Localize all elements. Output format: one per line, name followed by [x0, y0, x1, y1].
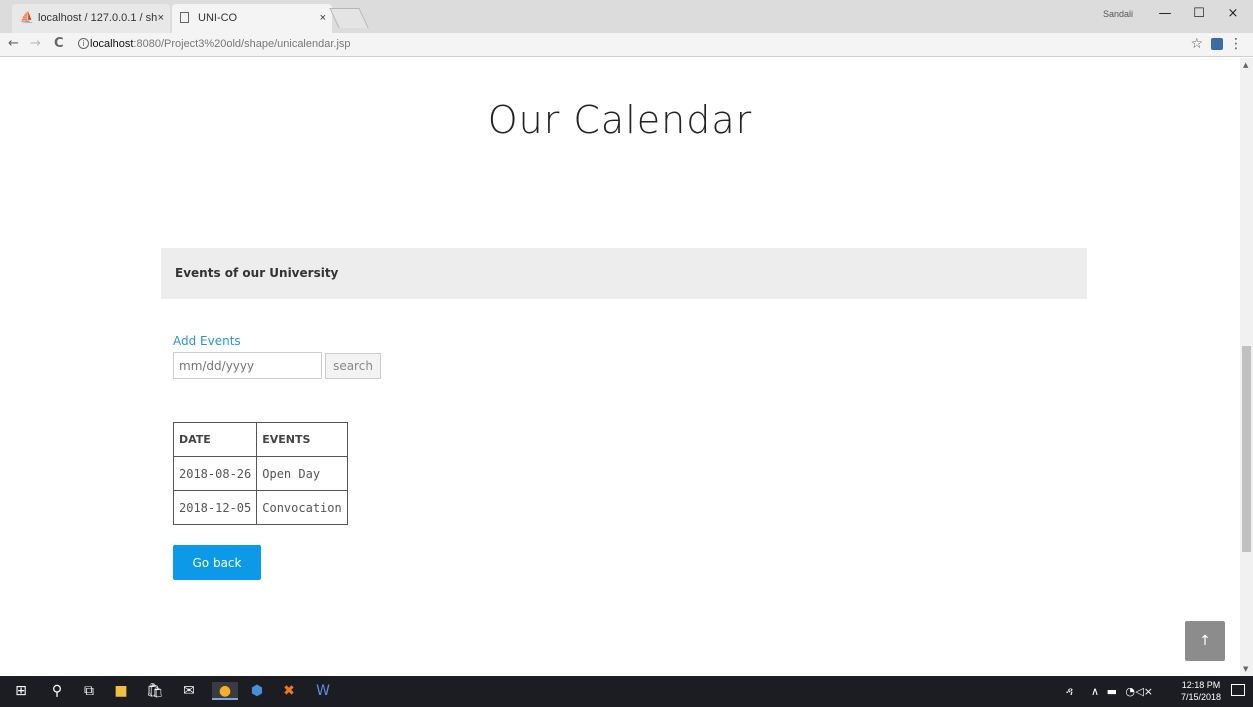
clock-time: 12:18 PM — [1181, 680, 1221, 690]
reload-icon[interactable]: C — [54, 36, 64, 51]
search-button[interactable]: search — [325, 353, 381, 379]
chevron-up-icon[interactable]: ∧ — [1091, 685, 1099, 698]
word-icon[interactable]: W — [314, 682, 332, 700]
taskbar-clock[interactable]: 12:18 PM 7/15/2018 — [1179, 679, 1223, 703]
chrome-icon[interactable]: ● — [212, 682, 238, 700]
volume-icon[interactable]: ◁× — [1135, 685, 1153, 698]
search-icon[interactable]: ⚲ — [48, 682, 66, 700]
people-icon[interactable]: ዳ — [1066, 685, 1073, 699]
close-window-button[interactable]: × — [1223, 6, 1243, 21]
scroll-to-top-button[interactable]: ↑ — [1185, 621, 1225, 661]
tab-uni-co[interactable]: UNI-CO × — [172, 4, 332, 33]
scroll-down-arrow-icon[interactable]: ▼ — [1243, 665, 1248, 673]
battery-icon[interactable]: ▬ — [1107, 685, 1117, 698]
wifi-icon[interactable]: ◔ — [1125, 685, 1135, 698]
scroll-up-arrow-icon[interactable]: ▲ — [1243, 61, 1248, 69]
xampp-icon[interactable]: ✖ — [280, 682, 298, 700]
page-title: Our Calendar — [487, 98, 753, 142]
table-row: 2018-12-05 Convocation — [172, 490, 348, 525]
maximize-button[interactable]: ☐ — [1189, 6, 1209, 21]
notifications-icon[interactable] — [1231, 684, 1245, 696]
minimize-button[interactable]: — — [1155, 6, 1175, 21]
events-header-label: Events of our University — [175, 266, 339, 280]
task-view-icon[interactable]: ⧉ — [80, 682, 98, 700]
table-row: 2018-08-26 Open Day — [172, 456, 348, 491]
virtualbox-icon[interactable]: ⬢ — [248, 682, 266, 700]
extension-icon[interactable] — [1211, 38, 1223, 50]
page-content: Our Calendar Events of our University Ad… — [0, 58, 1240, 676]
date-column-header: DATE — [172, 422, 258, 457]
url-host: localhost — [90, 38, 134, 50]
tab-label: localhost / 127.0.0.1 / sh — [38, 12, 158, 24]
events-header: Events of our University — [161, 248, 1087, 299]
arrow-up-icon: ↑ — [1199, 633, 1211, 649]
add-events-link[interactable]: Add Events — [173, 334, 241, 348]
events-column-header: EVENTS — [256, 422, 348, 457]
windows-start-icon[interactable]: ⊞ — [12, 682, 30, 700]
clock-date: 7/15/2018 — [1180, 692, 1222, 702]
address-bar: ← → C i localhost:8080/Project3%20old/sh… — [0, 33, 1253, 57]
date-input[interactable] — [173, 352, 322, 379]
url-path: :8080/Project3%20old/shape/unicalendar.j… — [133, 38, 351, 50]
go-back-button[interactable]: Go back — [173, 545, 261, 580]
event-name-cell: Open Day — [256, 456, 348, 491]
event-date-cell: 2018-12-05 — [172, 490, 258, 525]
browser-menu-icon[interactable]: ⋮ — [1229, 36, 1243, 52]
page-scrollbar[interactable]: ▲ ▼ — [1240, 58, 1253, 676]
forward-icon[interactable]: → — [30, 36, 41, 51]
file-explorer-icon[interactable]: ■ — [112, 682, 130, 700]
tab-phpmyadmin[interactable]: ⛵ localhost / 127.0.0.1 / sh × — [12, 4, 170, 33]
tab-label: UNI-CO — [198, 12, 238, 24]
phpmyadmin-icon: ⛵ — [20, 12, 34, 24]
events-table: DATE EVENTS 2018-08-26 Open Day 2018-12-… — [172, 422, 348, 525]
page-icon — [180, 12, 189, 23]
info-icon[interactable]: i — [78, 38, 89, 49]
close-tab-icon[interactable]: × — [158, 4, 164, 33]
event-name-cell: Convocation — [256, 490, 348, 525]
profile-user-label[interactable]: Sandali — [1103, 9, 1133, 19]
browser-tabbar: ⛵ localhost / 127.0.0.1 / sh × UNI-CO × … — [0, 0, 1253, 33]
event-date-cell: 2018-08-26 — [172, 456, 258, 491]
close-tab-icon[interactable]: × — [320, 4, 326, 33]
scrollbar-thumb[interactable] — [1242, 346, 1251, 552]
new-tab-button[interactable] — [329, 8, 369, 28]
bookmark-star-icon[interactable]: ☆ — [1190, 36, 1203, 52]
url-field[interactable]: localhost:8080/Project3%20old/shape/unic… — [90, 38, 351, 50]
table-header-row: DATE EVENTS — [172, 422, 348, 457]
mail-icon[interactable]: ✉ — [180, 682, 198, 700]
windows-taskbar: ⊞ ⚲ ⧉ ■ 🛍 ✉ ● ⬢ ✖ W ዳ ∧ ▬ ◔ ◁× 12:18 PM … — [0, 676, 1253, 707]
back-icon[interactable]: ← — [8, 36, 19, 51]
store-icon[interactable]: 🛍 — [146, 682, 164, 700]
